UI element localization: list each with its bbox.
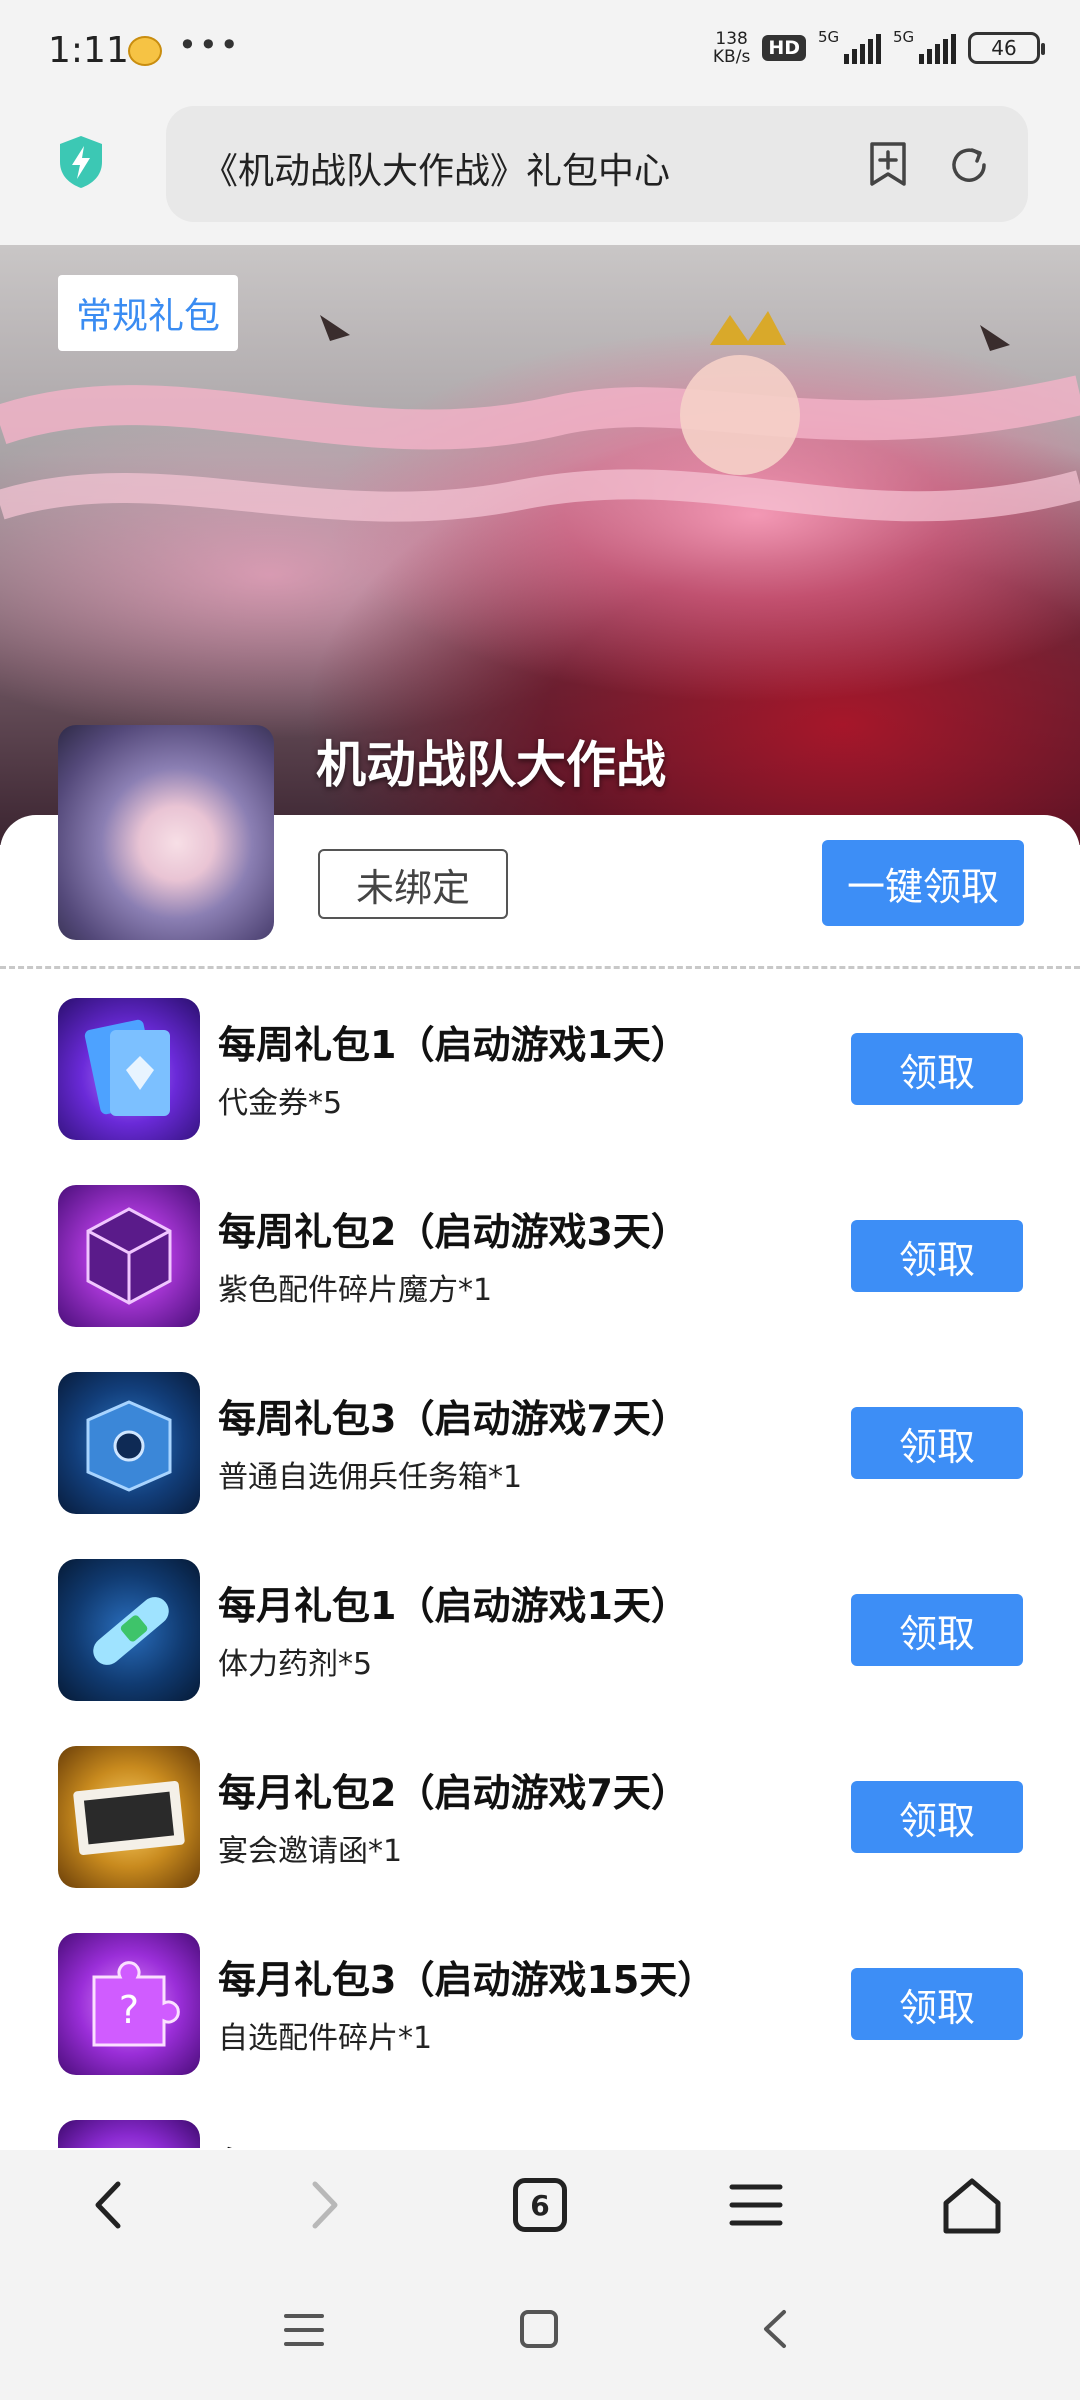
battery-level: 46 bbox=[991, 36, 1017, 60]
gift-content: 代金券*5 bbox=[218, 1086, 343, 1121]
network-speed: 138 KB/s bbox=[713, 30, 750, 66]
shield-icon[interactable] bbox=[56, 134, 106, 190]
claim-button[interactable]: 领取 bbox=[851, 1033, 1023, 1105]
hamburger-menu-icon bbox=[729, 2184, 783, 2226]
claim-button[interactable]: 领取 bbox=[851, 1968, 1023, 2040]
gift-item: 每周礼包2（启动游戏3天） 紫色配件碎片魔方*1 领取 bbox=[0, 1185, 1080, 1335]
game-avatar bbox=[58, 725, 274, 940]
bind-status-button[interactable]: 未绑定 bbox=[318, 849, 508, 919]
gift-list: 每周礼包1（启动游戏1天） 代金券*5 领取 每周礼包2（启动游戏3天） 紫色配… bbox=[0, 998, 1080, 2148]
browser-toolbar: 《机动战队大作战》礼包中心 bbox=[0, 100, 1080, 245]
chevron-left-icon bbox=[95, 2181, 121, 2229]
gift-content: 自选配件碎片*1 bbox=[218, 2021, 433, 2056]
tabs-button[interactable]: 6 bbox=[500, 2170, 580, 2240]
gift-content: 普通自选佣兵任务箱*1 bbox=[218, 1460, 523, 1495]
gift-title: 每周礼包1（启动游戏1天） bbox=[218, 1023, 689, 1067]
reload-icon[interactable] bbox=[946, 142, 992, 188]
gift-content: 体力药剂*5 bbox=[218, 1647, 373, 1682]
system-back-icon[interactable] bbox=[758, 2306, 792, 2352]
tab-count: 6 bbox=[513, 2178, 567, 2232]
battery-icon: 46 bbox=[968, 32, 1045, 64]
network-speed-unit: KB/s bbox=[712, 47, 751, 67]
home-icon bbox=[943, 2178, 1001, 2234]
invitation-icon bbox=[58, 1746, 200, 1888]
address-bar[interactable]: 《机动战队大作战》礼包中心 bbox=[166, 106, 1028, 222]
app-root: 1:11 ••• 138 KB/s HD 5G 5G 46 《机动战队大作战》礼… bbox=[0, 0, 1080, 2400]
menu-button[interactable] bbox=[716, 2170, 796, 2240]
gift-item: 每月 bbox=[0, 2120, 1080, 2148]
signal-icon-2: 5G bbox=[893, 28, 956, 64]
svg-text:?: ? bbox=[119, 1988, 139, 2032]
system-home-icon[interactable] bbox=[518, 2308, 560, 2350]
status-right-group: 138 KB/s HD 5G 5G 46 bbox=[713, 28, 1045, 66]
gift-title: 每月 bbox=[218, 2136, 294, 2148]
status-bar: 1:11 ••• 138 KB/s HD 5G 5G 46 bbox=[0, 0, 1080, 100]
claim-button[interactable]: 领取 bbox=[851, 1781, 1023, 1853]
address-text[interactable]: 《机动战队大作战》礼包中心 bbox=[202, 142, 802, 194]
hd-voice-icon: HD bbox=[762, 35, 806, 61]
gift-item: 每周礼包1（启动游戏1天） 代金券*5 领取 bbox=[0, 998, 1080, 1148]
back-button[interactable] bbox=[68, 2170, 148, 2240]
cube-icon bbox=[58, 1185, 200, 1327]
gift-title: 每月礼包2（启动游戏7天） bbox=[218, 1771, 689, 1815]
signal-icon-1: 5G bbox=[818, 28, 881, 64]
puzzle-piece-icon: ? bbox=[58, 1933, 200, 2075]
chevron-right-icon bbox=[312, 2181, 338, 2229]
forward-button[interactable] bbox=[285, 2170, 365, 2240]
supply-box-icon bbox=[58, 1372, 200, 1514]
status-time: 1:11 bbox=[48, 30, 129, 71]
claim-all-button[interactable]: 一键领取 bbox=[822, 840, 1024, 926]
gift-item: 每周礼包3（启动游戏7天） 普通自选佣兵任务箱*1 领取 bbox=[0, 1372, 1080, 1522]
signal-label-2: 5G bbox=[893, 28, 915, 46]
network-speed-value: 138 bbox=[715, 29, 748, 49]
gift-title: 每月礼包1（启动游戏1天） bbox=[218, 1584, 689, 1628]
voucher-icon bbox=[58, 998, 200, 1140]
claim-button[interactable]: 领取 bbox=[851, 1407, 1023, 1479]
claim-button[interactable]: 领取 bbox=[851, 1220, 1023, 1292]
gift-item: 每月礼包1（启动游戏1天） 体力药剂*5 领取 bbox=[0, 1559, 1080, 1709]
gift-title: 每周礼包2（启动游戏3天） bbox=[218, 1210, 689, 1254]
claim-button[interactable]: 领取 bbox=[851, 1594, 1023, 1666]
recent-apps-icon[interactable] bbox=[282, 2310, 326, 2350]
gift-item: ? 每月礼包3（启动游戏15天） 自选配件碎片*1 领取 bbox=[0, 1933, 1080, 2083]
gift-item: 每月礼包2（启动游戏7天） 宴会邀请函*1 领取 bbox=[0, 1746, 1080, 1896]
gift-type-tag: 常规礼包 bbox=[58, 275, 239, 351]
browser-navigation-bar: 6 bbox=[0, 2150, 1080, 2260]
divider bbox=[0, 966, 1080, 969]
stamina-potion-icon bbox=[58, 1559, 200, 1701]
system-navigation-bar bbox=[0, 2260, 1080, 2400]
gift-content: 紫色配件碎片魔方*1 bbox=[218, 1273, 493, 1308]
gift-content: 宴会邀请函*1 bbox=[218, 1834, 403, 1869]
game-title: 机动战队大作战 bbox=[316, 736, 666, 794]
gift-title: 每周礼包3（启动游戏7天） bbox=[218, 1397, 689, 1441]
home-button[interactable] bbox=[932, 2170, 1012, 2240]
notification-app-icon bbox=[128, 36, 162, 66]
more-notifications-icon: ••• bbox=[178, 26, 241, 64]
signal-label-1: 5G bbox=[818, 28, 840, 46]
gift-title: 每月礼包3（启动游戏15天） bbox=[218, 1958, 716, 2002]
add-bookmark-icon[interactable] bbox=[866, 140, 910, 188]
gift-icon bbox=[58, 2120, 200, 2148]
